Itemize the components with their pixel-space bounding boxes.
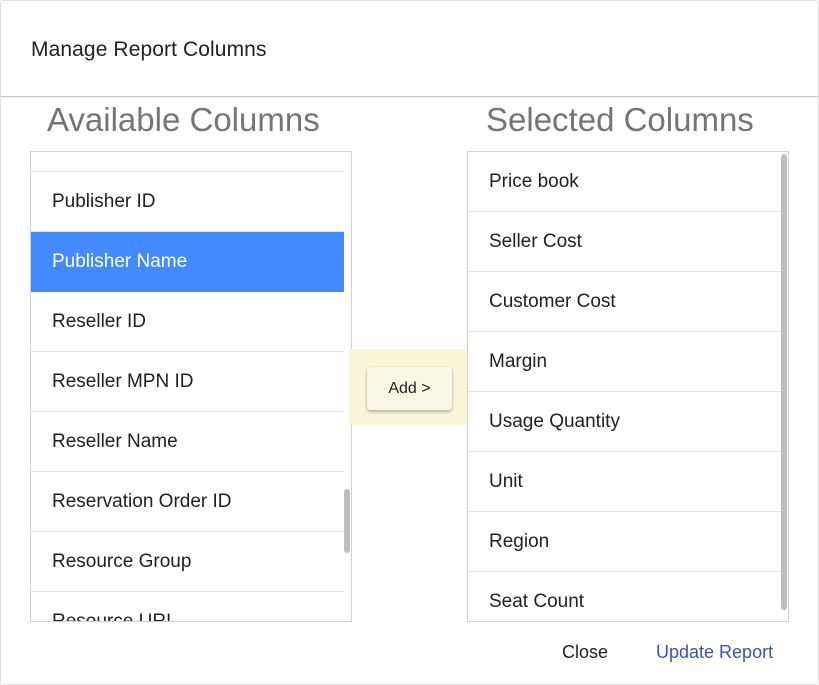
selected-columns-items: Price book Seller Cost Customer Cost Margin… xyxy=(468,152,781,621)
update-report-button[interactable]: Update Report xyxy=(656,642,773,663)
available-column-item[interactable]: Reseller ID xyxy=(31,292,344,352)
available-column-item[interactable]: Reseller MPN ID xyxy=(31,352,344,412)
selected-column-item[interactable]: Unit xyxy=(468,452,781,512)
add-button[interactable]: Add > xyxy=(367,367,452,410)
manage-columns-dialog: Manage Report Columns Available Columns … xyxy=(0,0,819,685)
available-columns-list[interactable]: Publisher CategoryPublisher IDPublisher … xyxy=(30,151,352,622)
dialog-title: Manage Report Columns xyxy=(31,38,267,61)
selected-column-item[interactable]: Margin xyxy=(468,332,781,392)
selected-column-item[interactable]: Seller Cost xyxy=(468,212,781,272)
selected-columns-heading: Selected Columns xyxy=(486,101,754,138)
selected-column-item[interactable]: Price book xyxy=(468,152,781,212)
available-scrollbar-thumb[interactable] xyxy=(344,489,350,553)
selected-column-item[interactable]: Customer Cost xyxy=(468,272,781,332)
available-column-item[interactable]: Publisher ID xyxy=(31,172,344,232)
available-column-item[interactable]: Reseller Name xyxy=(31,412,344,472)
selected-column-item[interactable]: Usage Quantity xyxy=(468,392,781,452)
available-column-item[interactable]: Reservation Order ID xyxy=(31,472,344,532)
close-button[interactable]: Close xyxy=(562,642,608,663)
selected-scrollbar-thumb[interactable] xyxy=(781,154,787,610)
selected-column-item[interactable]: Seat Count xyxy=(468,572,781,621)
selected-columns-list[interactable]: Price book Seller Cost Customer Cost Margin… xyxy=(467,151,789,622)
available-column-item[interactable]: Publisher Name xyxy=(31,232,344,292)
selected-column-item[interactable]: Region xyxy=(468,512,781,572)
available-column-item[interactable]: Resource URI xyxy=(31,592,344,622)
available-columns-heading: Available Columns xyxy=(47,101,320,138)
available-columns-items: Publisher CategoryPublisher IDPublisher … xyxy=(31,152,344,622)
available-column-item[interactable]: Resource Group xyxy=(31,532,344,592)
available-column-item[interactable]: Publisher Category xyxy=(31,152,344,172)
dialog-header: Manage Report Columns xyxy=(1,1,818,97)
